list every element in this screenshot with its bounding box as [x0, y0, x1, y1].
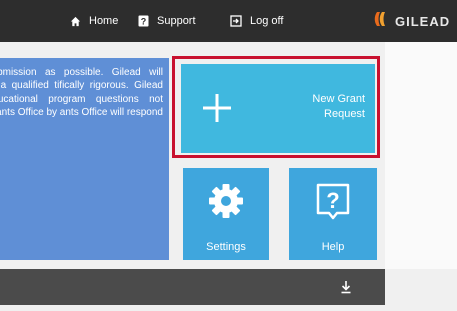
download-icon[interactable] — [340, 280, 352, 299]
gilead-mark-icon — [373, 10, 389, 33]
settings-tile[interactable]: Settings — [183, 168, 269, 260]
home-label: Home — [89, 15, 119, 27]
logoff-label: Log off — [250, 15, 284, 27]
help-label: Help — [321, 241, 345, 253]
svg-text:?: ? — [141, 17, 147, 27]
right-panel — [385, 42, 457, 269]
question-icon: ? — [315, 182, 351, 229]
home-link[interactable]: Home — [70, 0, 118, 42]
footer-bar — [0, 269, 385, 305]
new-grant-request-label: New Grant Request — [312, 93, 365, 120]
gilead-logo[interactable]: GILEAD — [373, 0, 450, 42]
svg-text:?: ? — [326, 188, 339, 213]
new-grant-request-tile[interactable]: New Grant Request — [181, 64, 375, 153]
help-tile[interactable]: ? Help — [289, 168, 377, 260]
logo-text: GILEAD — [395, 13, 451, 29]
info-panel: the grant submission as possible. Gilead… — [0, 58, 169, 260]
settings-label: Settings — [206, 241, 246, 253]
logout-icon — [230, 15, 242, 27]
info-text: the grant submission as possible. Gilead… — [0, 67, 163, 118]
home-icon — [70, 16, 81, 27]
gear-icon — [207, 182, 245, 225]
top-nav-bar: Home ? Support Log off GILEAD — [0, 0, 457, 42]
question-icon: ? — [138, 15, 149, 27]
support-link[interactable]: ? Support — [138, 0, 196, 42]
logoff-link[interactable]: Log off — [230, 0, 283, 42]
support-label: Support — [157, 15, 196, 27]
plus-icon — [201, 92, 233, 129]
